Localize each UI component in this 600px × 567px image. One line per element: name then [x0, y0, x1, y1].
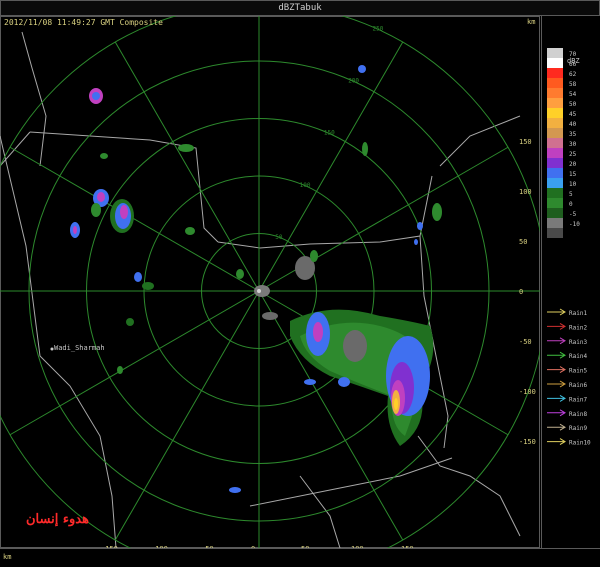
legend-swatch: [547, 158, 563, 168]
rain-line-label: Rain10: [569, 440, 591, 447]
azimuth-line: [114, 41, 260, 292]
y-tick-label: -100: [519, 388, 536, 396]
y-tick-label: -50: [519, 338, 532, 346]
legend-bin-label: -10: [569, 221, 580, 228]
radar-echoes: [70, 65, 442, 493]
legend-swatch: [547, 168, 563, 178]
legend-swatch: [547, 88, 563, 98]
rain-line-label: Rain5: [569, 368, 587, 375]
legend-bin-label: 70: [569, 51, 577, 58]
ring-label: 150: [324, 130, 335, 137]
bottom-bar: [0, 548, 600, 567]
y-tick-label: 100: [519, 188, 532, 196]
legend-swatch: [547, 98, 563, 108]
legend-swatch: [547, 68, 563, 78]
watermark-text: هدوء إنسان: [26, 512, 89, 527]
azimuth-line: [9, 146, 260, 292]
legend-bin-label: 0: [569, 201, 573, 208]
dbz-legend: dBZ 706662585450454035302520151050-5-10 …: [547, 48, 591, 447]
rain-legend-list: Rain1 Rain2 Rain3 Rain4 Rain5 Rain6 Rain7 Rain8…: [547, 308, 591, 447]
legend-bin-label: 35: [569, 131, 577, 138]
ring-label: 250: [373, 25, 384, 32]
cross-axes: [0, 16, 540, 548]
unit-label-top: km: [527, 18, 536, 26]
radar-ppi-display[interactable]: -150 -100 -50 0 50 100 150 150 100 50 0 -50 -100 -15…: [0, 16, 540, 548]
legend-bin-label: 58: [569, 81, 577, 88]
legend-swatch: [547, 138, 563, 148]
rain-line-label: Rain6: [569, 382, 587, 389]
legend-bin-label: 25: [569, 151, 577, 158]
y-tick-label: 150: [519, 138, 532, 146]
rain-line-label: Rain2: [569, 324, 587, 331]
ring-label: 100: [300, 182, 311, 189]
rain-line-label: Rain9: [569, 425, 587, 432]
legend-swatch: [547, 208, 563, 218]
window-title: dBZTabuk: [0, 0, 600, 16]
legend-bin-label: 45: [569, 111, 577, 118]
legend-bin-label: 15: [569, 171, 577, 178]
radar-site-marker: [257, 289, 261, 293]
rain-line-label: Rain1: [569, 310, 587, 317]
legend-bin-label: 54: [569, 91, 577, 98]
legend-swatch: [547, 178, 563, 188]
legend-bin-label: 20: [569, 161, 577, 168]
ring-label: 50: [275, 234, 283, 241]
rain-line-label: Rain4: [569, 353, 587, 360]
legend-swatch: [547, 108, 563, 118]
legend-color-bins: 706662585450454035302520151050-5-10: [547, 48, 580, 238]
status-timestamp: 2012/11/08 11:49:27 GMT Composite: [4, 18, 163, 27]
range-rings-grid: [0, 16, 540, 548]
y-axis-tick-labels: 150 100 50 0 -50 -100 -150: [519, 138, 536, 446]
legend-panel: dBZ 70 66 62 58 54 50 45 40 35 30 25 20 15 10 5 0 -5 -10 …: [541, 16, 600, 548]
legend-swatch: [547, 48, 563, 58]
town-marker: Wadi_Sharmah: [50, 344, 105, 352]
range-ring: [0, 16, 540, 548]
legend-swatch: [547, 118, 563, 128]
y-tick-label: -150: [519, 438, 536, 446]
ring-label: 200: [348, 78, 359, 85]
rain-line-label: Rain3: [569, 339, 587, 346]
legend-swatch: [547, 78, 563, 88]
legend-bin-label: 40: [569, 121, 577, 128]
y-tick-label: 0: [519, 288, 523, 296]
legend-bin-label: 50: [569, 101, 577, 108]
rain-line-label: Rain7: [569, 396, 587, 403]
legend-bin-label: 5: [569, 191, 573, 198]
range-ring-labels: 50 100 150 200 250: [275, 25, 383, 240]
legend-swatch: [547, 218, 563, 228]
azimuth-line: [258, 41, 404, 292]
legend-swatch: [547, 128, 563, 138]
legend-swatch: [547, 228, 563, 238]
legend-swatch: [547, 188, 563, 198]
legend-bin-label: 66: [569, 61, 577, 68]
legend-bin-label: 62: [569, 71, 577, 78]
y-tick-label: 50: [519, 238, 527, 246]
legend-bin-label: 10: [569, 181, 577, 188]
legend-bin-label: 30: [569, 141, 577, 148]
town-label: Wadi_Sharmah: [54, 344, 105, 352]
azimuth-line: [114, 290, 260, 541]
legend-swatch: [547, 58, 563, 68]
legend-swatch: [547, 198, 563, 208]
rain-line-label: Rain8: [569, 411, 587, 418]
legend-swatch: [547, 148, 563, 158]
legend-bin-label: -5: [569, 211, 577, 218]
